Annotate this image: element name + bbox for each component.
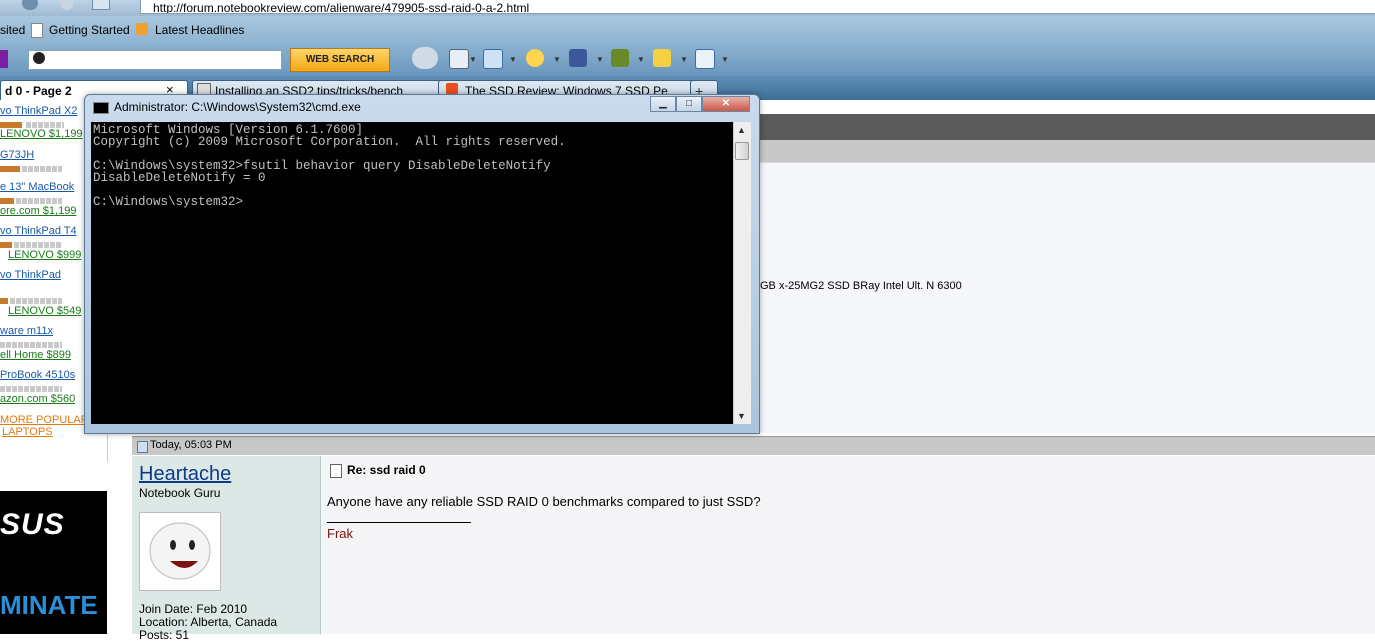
rss-icon xyxy=(136,23,148,35)
url-field[interactable]: http://forum.notebookreview.com/alienwar… xyxy=(140,0,1375,14)
bookmark-latest-headlines[interactable]: Latest Headlines xyxy=(155,23,244,37)
username-link[interactable]: Heartache xyxy=(139,463,231,486)
maximize-button[interactable]: □ xyxy=(676,96,702,112)
ad-link[interactable]: ProBook 4510s xyxy=(0,369,75,381)
user-title: Notebook Guru xyxy=(139,486,221,500)
ad-price[interactable]: LENOVO $999 xyxy=(8,249,81,261)
post-text: Anyone have any reliable SSD RAID 0 benc… xyxy=(327,494,761,509)
chevron-down-icon[interactable]: ▼ xyxy=(721,55,729,64)
rating-stars xyxy=(0,242,12,248)
mail-icon[interactable] xyxy=(483,49,503,69)
bookmarks-icon[interactable] xyxy=(449,49,469,69)
rating-stars-empty xyxy=(0,342,62,348)
home-icon[interactable] xyxy=(92,0,110,10)
close-button[interactable]: ✕ xyxy=(702,96,750,112)
chevron-down-icon[interactable]: ▼ xyxy=(680,55,688,64)
ad-link[interactable]: vo ThinkPad X2 xyxy=(0,105,77,117)
join-date: Join Date: Feb 2010 xyxy=(139,602,248,616)
chevron-down-icon[interactable]: ▼ xyxy=(469,55,477,64)
chevron-down-icon[interactable]: ▼ xyxy=(596,55,604,64)
bookmark-getting-started[interactable]: Getting Started xyxy=(49,23,130,37)
tab-label: d 0 - Page 2 xyxy=(5,84,72,98)
more-popular-link[interactable]: MORE POPULAR xyxy=(0,414,89,426)
signature-specs: GB x-25MG2 SSD BRay Intel Ult. N 6300 xyxy=(760,280,962,292)
vertical-scrollbar[interactable] xyxy=(733,122,751,424)
news-icon[interactable] xyxy=(695,49,715,69)
ebay-icon[interactable] xyxy=(653,49,671,67)
ad-price[interactable]: LENOVO $549 xyxy=(8,305,81,317)
toolbar-search-input[interactable] xyxy=(28,50,282,70)
asus-logo: SUS xyxy=(0,508,65,541)
minimize-button[interactable]: ▁ xyxy=(650,96,676,112)
post-title: Re: ssd raid 0 xyxy=(347,463,426,477)
games-icon[interactable] xyxy=(611,49,629,67)
scroll-up-icon[interactable]: ▲ xyxy=(737,125,746,135)
ad-link[interactable]: G73JH xyxy=(0,149,34,161)
post-body xyxy=(321,456,1375,634)
rating-stars xyxy=(0,198,14,204)
forum-header-bar xyxy=(752,114,1375,140)
post-icon xyxy=(137,441,148,453)
window-title: Administrator: C:\Windows\System32\cmd.e… xyxy=(114,100,361,114)
laptops-link[interactable]: LAPTOPS xyxy=(2,426,53,438)
post-signature: Frak xyxy=(327,526,353,541)
console-output[interactable]: Microsoft Windows [Version 6.1.7600] Copy… xyxy=(91,122,733,424)
ad-link[interactable]: vo ThinkPad T4 xyxy=(0,225,77,237)
web-search-button[interactable]: WEB SEARCH xyxy=(290,48,390,72)
yahoo-logo-icon[interactable] xyxy=(0,50,8,68)
ad-text: MINATE xyxy=(0,590,98,620)
chevron-down-icon[interactable]: ▼ xyxy=(509,55,517,64)
ghost-avatar-icon xyxy=(149,522,211,580)
facebook-icon[interactable] xyxy=(569,49,587,67)
ad-price[interactable]: LENOVO $1,199 xyxy=(0,128,83,140)
rating-stars-empty xyxy=(0,386,62,392)
rating-stars-empty xyxy=(16,198,62,204)
console-line: DisableDeleteNotify = 0 xyxy=(93,171,266,185)
post-header-bar xyxy=(132,436,1375,455)
user-location: Location: Alberta, Canada xyxy=(139,615,278,629)
bookmark-most-visited[interactable]: sited xyxy=(0,23,25,37)
chevron-down-icon[interactable]: ▼ xyxy=(637,55,645,64)
scroll-down-icon[interactable]: ▼ xyxy=(737,411,746,421)
previous-post-area xyxy=(752,162,1375,433)
rating-stars xyxy=(0,166,20,172)
console-line: C:\Windows\system32> xyxy=(93,195,244,209)
console-line: Copyright (c) 2009 Microsoft Corporation… xyxy=(93,135,566,149)
scrollbar-thumb[interactable] xyxy=(735,142,749,160)
ad-link[interactable]: ware m11x xyxy=(0,325,53,337)
post-count: Posts: 51 xyxy=(139,628,190,642)
search-icon xyxy=(33,52,45,64)
page-icon xyxy=(31,23,43,38)
weather-icon[interactable] xyxy=(526,49,544,67)
rating-stars-empty xyxy=(22,166,62,172)
toolbar-toggle-icon[interactable] xyxy=(412,47,438,69)
avatar[interactable] xyxy=(139,512,221,591)
rating-stars-empty xyxy=(10,298,62,304)
document-icon xyxy=(330,464,342,478)
forum-subheader-bar xyxy=(752,140,1375,162)
rating-stars-empty xyxy=(14,242,62,248)
post-date: Today, 05:03 PM xyxy=(150,439,232,451)
signature-divider xyxy=(327,522,471,523)
cmd-icon xyxy=(93,102,109,114)
ad-price[interactable]: ell Home $899 xyxy=(0,349,71,361)
chevron-down-icon[interactable]: ▼ xyxy=(553,55,561,64)
ad-link[interactable]: vo ThinkPad xyxy=(0,269,61,281)
ad-link[interactable]: e 13" MacBook xyxy=(0,181,74,193)
rating-stars xyxy=(0,298,8,304)
ad-price[interactable]: ore.com $1,199 xyxy=(0,205,76,217)
ad-price[interactable]: azon.com $560 xyxy=(0,393,75,405)
